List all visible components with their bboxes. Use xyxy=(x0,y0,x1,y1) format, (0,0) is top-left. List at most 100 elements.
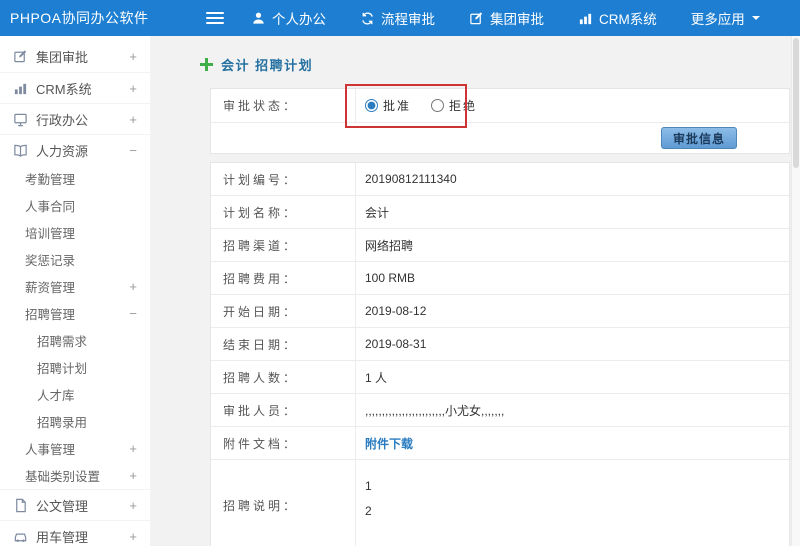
sidebar-item-reward-punishment-records[interactable]: 奖惩记录 xyxy=(0,246,150,273)
row-value: 附件下载 xyxy=(356,427,789,459)
row-label: 审批人员： xyxy=(211,394,356,426)
row-recruit-channel: 招聘渠道： 网络招聘 xyxy=(211,229,789,262)
sidebar-item-recruitment-hiring[interactable]: 招聘录用 xyxy=(0,408,150,435)
caret-down-icon xyxy=(751,13,761,23)
row-headcount: 招聘人数： 1 人 xyxy=(211,361,789,394)
nav-workflow-approval[interactable]: 流程审批 xyxy=(343,0,452,36)
sidebar-item-training-management[interactable]: 培训管理 xyxy=(0,219,150,246)
nav-more-apps[interactable]: 更多应用 xyxy=(674,0,778,36)
sidebar-item-personnel-contract[interactable]: 人事合同 xyxy=(0,192,150,219)
expand-toggle[interactable]: − xyxy=(125,143,137,158)
sidebar-item-group-approval[interactable]: 集团审批 + xyxy=(0,41,150,72)
plan-detail-panel: 计划编号： 20190812111340 计划名称： 会计 招聘渠道： 网络招聘… xyxy=(210,162,790,546)
book-icon xyxy=(13,143,28,158)
row-value: 1 2 xyxy=(356,460,789,546)
row-label: 开始日期： xyxy=(211,295,356,327)
row-value: 2019-08-12 xyxy=(365,304,427,318)
row-label: 招聘说明： xyxy=(211,460,356,546)
nav-crm-system[interactable]: CRM系统 xyxy=(561,0,674,36)
attachment-download-link[interactable]: 附件下载 xyxy=(365,435,413,452)
row-label: 招聘费用： xyxy=(211,262,356,294)
sidebar-item-label: 招聘需求 xyxy=(37,335,88,349)
sidebar-menu: 集团审批 + CRM系统 + 行政办公 + 人力资源 − 考勤管理 人事合同 培… xyxy=(0,36,150,546)
sidebar-item-label: 招聘管理 xyxy=(25,308,76,322)
page-title: 会计 招聘计划 xyxy=(221,57,314,73)
add-icon xyxy=(200,57,213,71)
sidebar-item-vehicle-management[interactable]: 用车管理 + xyxy=(0,520,150,546)
radio-label[interactable]: 拒绝 xyxy=(449,97,477,114)
edit-icon xyxy=(469,11,484,26)
row-start-date: 开始日期： 2019-08-12 xyxy=(211,295,789,328)
row-plan-number: 计划编号： 20190812111340 xyxy=(211,163,789,196)
expand-toggle[interactable]: + xyxy=(125,49,137,64)
chart-icon xyxy=(578,11,593,26)
sidebar-item-label: 招聘计划 xyxy=(37,362,88,376)
sidebar-item-recruitment-plan[interactable]: 招聘计划 xyxy=(0,354,150,381)
approval-status-panel: 审批状态： 批准 拒绝 审批信息 xyxy=(210,88,790,154)
row-value: 1 人 xyxy=(365,370,388,385)
sidebar-item-attendance-management[interactable]: 考勤管理 xyxy=(0,165,150,192)
scrollbar-thumb[interactable] xyxy=(793,38,799,168)
sidebar-item-basic-category-settings[interactable]: 基础类别设置 + xyxy=(0,462,150,489)
expand-toggle[interactable]: + xyxy=(125,498,137,513)
row-value: 网络招聘 xyxy=(365,238,414,253)
sidebar-item-recruitment-management[interactable]: 招聘管理 − xyxy=(0,300,150,327)
row-plan-name: 计划名称： 会计 xyxy=(211,196,789,229)
top-navigation: 个人办公 流程审批 集团审批 CRM系统 更多应用 xyxy=(234,0,778,36)
topbar: PHPOA协同办公软件 个人办公 流程审批 集团审批 CRM系统 更多应用 xyxy=(0,0,800,36)
sidebar-item-label: 人事管理 xyxy=(25,443,76,457)
app-logo: PHPOA协同办公软件 xyxy=(10,10,149,26)
nav-label: 更多应用 xyxy=(690,12,745,27)
chart-icon xyxy=(13,81,28,96)
sidebar-item-label: 基础类别设置 xyxy=(25,470,101,484)
expand-toggle[interactable]: + xyxy=(125,81,137,96)
nav-label: CRM系统 xyxy=(599,12,657,27)
sidebar: 集团审批 + CRM系统 + 行政办公 + 人力资源 − 考勤管理 人事合同 培… xyxy=(0,36,150,546)
sidebar-item-human-resources[interactable]: 人力资源 − xyxy=(0,134,150,165)
row-attachment: 附件文档： 附件下载 xyxy=(211,427,789,460)
reject-radio[interactable] xyxy=(431,99,445,112)
row-value: 100 RMB xyxy=(365,271,416,285)
nav-label: 集团审批 xyxy=(490,12,544,27)
row-label: 计划编号： xyxy=(211,163,356,195)
sidebar-item-label: 奖惩记录 xyxy=(25,254,76,268)
scrollbar-track[interactable] xyxy=(791,36,800,546)
description-line: 2 xyxy=(365,504,372,518)
car-icon xyxy=(13,529,28,544)
radio-label[interactable]: 批准 xyxy=(383,97,411,114)
row-label: 招聘渠道： xyxy=(211,229,356,261)
row-value: 20190812111340 xyxy=(365,172,457,186)
hamburger-menu-icon[interactable] xyxy=(202,7,228,29)
sidebar-item-label: 招聘录用 xyxy=(37,416,88,430)
button-row: 审批信息 xyxy=(211,123,789,153)
row-label: 计划名称： xyxy=(211,196,356,228)
sidebar-item-label: CRM系统 xyxy=(36,81,92,97)
sidebar-item-label: 集团审批 xyxy=(36,50,89,65)
approval-info-button[interactable]: 审批信息 xyxy=(660,127,737,149)
row-recruit-cost: 招聘费用： 100 RMB xyxy=(211,262,789,295)
nav-group-approval[interactable]: 集团审批 xyxy=(452,0,561,36)
nav-personal-office[interactable]: 个人办公 xyxy=(234,0,343,36)
sidebar-item-crm-system[interactable]: CRM系统 + xyxy=(0,72,150,103)
sidebar-item-talent-pool[interactable]: 人才库 xyxy=(0,381,150,408)
sidebar-item-salary-management[interactable]: 薪资管理 + xyxy=(0,273,150,300)
expand-toggle[interactable]: + xyxy=(125,468,137,483)
approve-radio-option[interactable]: 批准 xyxy=(365,97,411,114)
expand-toggle[interactable]: + xyxy=(125,112,137,127)
expand-toggle[interactable]: + xyxy=(125,529,137,544)
reject-radio-option[interactable]: 拒绝 xyxy=(431,97,477,114)
sidebar-item-label: 薪资管理 xyxy=(25,281,76,295)
approve-radio[interactable] xyxy=(365,99,378,112)
expand-toggle[interactable]: + xyxy=(125,279,137,294)
expand-toggle[interactable]: − xyxy=(125,306,137,321)
description-line: 1 xyxy=(365,479,372,493)
sidebar-item-personnel-management[interactable]: 人事管理 + xyxy=(0,435,150,462)
sidebar-item-document-management[interactable]: 公文管理 + xyxy=(0,489,150,520)
expand-toggle[interactable]: + xyxy=(125,441,137,456)
sidebar-item-label: 公文管理 xyxy=(36,498,89,514)
status-row: 审批状态： 批准 拒绝 xyxy=(211,89,789,123)
row-end-date: 结束日期： 2019-08-31 xyxy=(211,328,789,361)
row-value: 2019-08-31 xyxy=(365,337,427,351)
sidebar-item-recruitment-demand[interactable]: 招聘需求 xyxy=(0,327,150,354)
sidebar-item-admin-office[interactable]: 行政办公 + xyxy=(0,103,150,134)
